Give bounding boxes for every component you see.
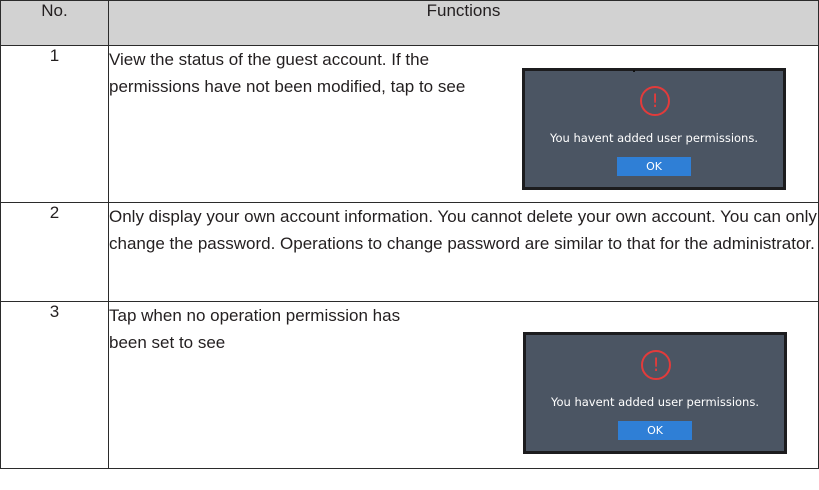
- row-description: Only display your own account informatio…: [109, 207, 817, 253]
- row-description: View the status of the guest account. If…: [109, 50, 466, 96]
- screen-dot: [633, 70, 635, 72]
- row-description: Tap when no operation permission has bee…: [109, 306, 401, 352]
- table-row: 2 Only display your own account informat…: [0, 202, 819, 302]
- table-row: 3 Tap when no operation permission has b…: [0, 301, 819, 469]
- functions-table: No. Functions 1 View the status of the g…: [0, 0, 819, 469]
- header-functions: Functions: [108, 0, 819, 46]
- row-number: 2: [0, 202, 109, 302]
- row-number: 1: [0, 45, 109, 203]
- dialog-ok-button[interactable]: OK: [618, 421, 692, 440]
- row-number: 3: [0, 301, 109, 469]
- table-row: 1 View the status of the guest account. …: [0, 45, 819, 203]
- row-description-cell: View the status of the guest account. If…: [108, 45, 819, 203]
- row-description-cell: Only display your own account informatio…: [108, 202, 819, 302]
- row-description-cell: Tap when no operation permission has bee…: [108, 301, 819, 469]
- permission-dialog-screenshot: ! You havent added user permissions. OK: [522, 68, 786, 190]
- permission-dialog-screenshot: ! You havent added user permissions. OK: [523, 332, 787, 454]
- table-header-row: No. Functions: [0, 0, 819, 46]
- dialog-ok-button[interactable]: OK: [617, 157, 691, 176]
- warning-circle-icon: !: [641, 350, 671, 380]
- dialog-message: You havent added user permissions.: [549, 131, 758, 145]
- warning-circle-icon: !: [640, 86, 670, 116]
- header-no: No.: [0, 0, 109, 46]
- dialog-message: You havent added user permissions.: [550, 395, 759, 409]
